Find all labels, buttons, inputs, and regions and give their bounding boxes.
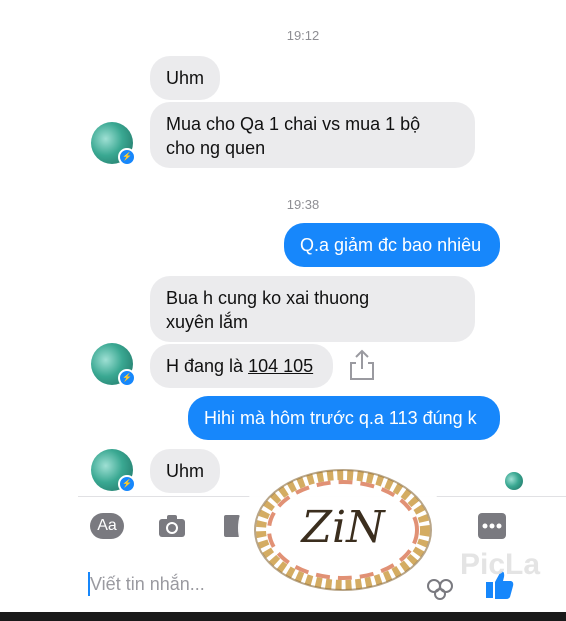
more-options-icon[interactable] xyxy=(478,513,506,539)
share-icon[interactable] xyxy=(348,348,376,382)
messenger-badge-icon: ⚡ xyxy=(118,475,136,493)
text-format-button[interactable]: Aa xyxy=(90,513,124,539)
message-text: Uhm xyxy=(166,68,205,88)
message-text: Uhm xyxy=(166,461,205,481)
message-text: H đang là xyxy=(166,356,249,376)
message-text: cho ng quen xyxy=(166,138,266,158)
message-bubble-incoming[interactable]: Uhm xyxy=(150,56,220,100)
message-text: xuyên lắm xyxy=(166,312,249,332)
bottom-edge xyxy=(0,612,566,621)
message-bubble-incoming[interactable]: Uhm xyxy=(150,449,220,493)
message-text: Q.a giảm đc bao nhiêu xyxy=(300,235,482,255)
messenger-badge-icon: ⚡ xyxy=(118,369,136,387)
contact-avatar[interactable]: ⚡ xyxy=(91,449,136,493)
message-bubble-outgoing[interactable]: Q.a giảm đc bao nhiêu xyxy=(284,223,500,267)
message-input[interactable]: Viết tin nhắn... xyxy=(90,574,205,595)
message-text: Mua cho Qa 1 chai vs mua 1 bộ xyxy=(166,114,421,134)
message-bubble-incoming[interactable]: H đang là 104 105 xyxy=(150,344,333,388)
contact-avatar[interactable]: ⚡ xyxy=(91,343,136,387)
text-format-label: Aa xyxy=(97,517,117,534)
timestamp: 19:38 xyxy=(286,197,320,212)
contact-avatar[interactable]: ⚡ xyxy=(91,122,136,166)
message-text: Hihi mà hôm trước q.a 113 đúng k xyxy=(204,408,477,428)
camera-icon[interactable] xyxy=(157,513,187,539)
picla-watermark: PicLa xyxy=(460,548,541,581)
message-bubble-outgoing[interactable]: Hihi mà hôm trước q.a 113 đúng k xyxy=(188,396,500,440)
phone-number-link[interactable]: 104 105 xyxy=(248,356,313,376)
message-bubble-incoming[interactable]: Bua h cung ko xai thuong xuyên lắm xyxy=(150,276,475,342)
messenger-badge-icon: ⚡ xyxy=(118,148,136,166)
timestamp: 19:12 xyxy=(286,28,320,43)
logo-text: ZiN xyxy=(301,502,385,553)
zin-logo-watermark: ZiN xyxy=(238,458,448,598)
message-bubble-incoming[interactable]: Mua cho Qa 1 chai vs mua 1 bộ cho ng que… xyxy=(150,102,475,168)
seen-indicator-avatar xyxy=(505,472,523,490)
message-text: Bua h cung ko xai thuong xyxy=(166,288,370,308)
